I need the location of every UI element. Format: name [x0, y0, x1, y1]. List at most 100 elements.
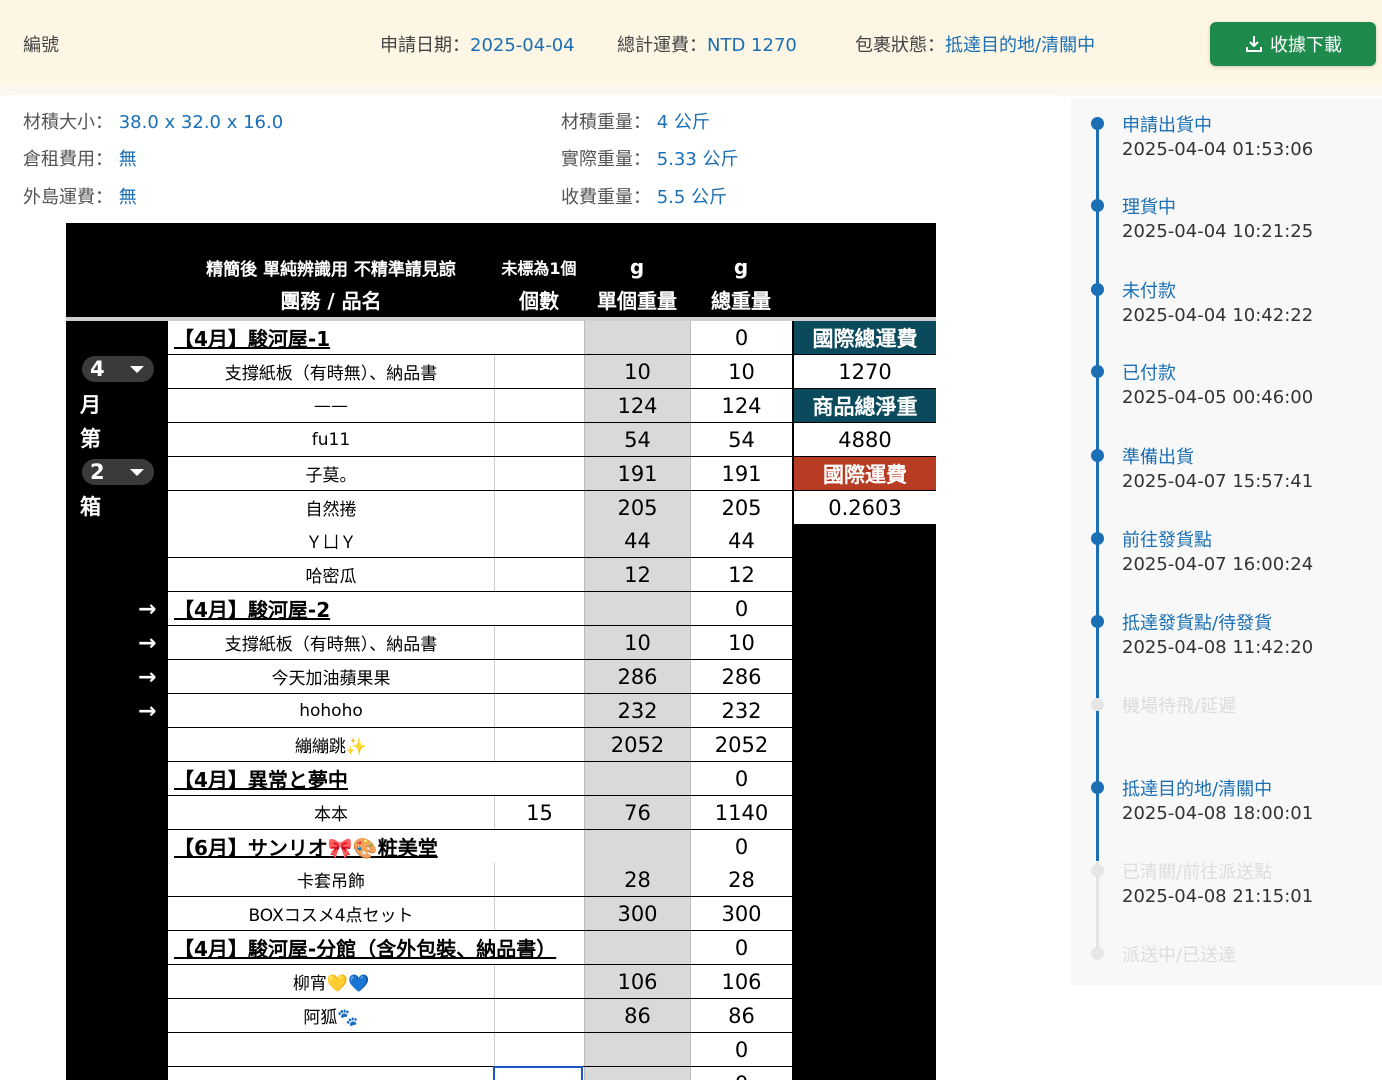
net-weight-value: 4880 [794, 423, 936, 456]
item-total-weight: 28 [690, 863, 792, 896]
item-total-weight: 0 [690, 1067, 792, 1080]
shipment-header: 編號 申請日期：2025-04-04 總計運費：NTD 1270 包裹狀態：抵達… [0, 0, 1382, 84]
item-total-weight: 286 [690, 660, 792, 693]
item-total-weight: 0 [690, 592, 792, 625]
storage-fee: 倉租費用： 無 [23, 145, 137, 171]
month-dropdown[interactable]: 4 [82, 356, 154, 382]
item-unit-weight [584, 830, 690, 863]
item-unit-weight: 286 [584, 660, 690, 693]
item-name: ＹㄩＹ [305, 533, 357, 553]
item-total-weight: 1140 [690, 796, 792, 829]
item-count [494, 965, 584, 998]
item-unit-weight [584, 1033, 690, 1066]
intl-fee-value: 0.2603 [794, 491, 936, 524]
item-total-weight: 0 [690, 830, 792, 863]
item-unit-weight [584, 1067, 690, 1080]
timeline-step-time: 2025-04-04 10:42:22 [1122, 305, 1314, 326]
timeline-dot [1091, 199, 1104, 212]
intl-total-label: 國際總運費 [794, 321, 936, 354]
item-total-weight: 0 [690, 321, 792, 354]
item-total-weight: 2052 [690, 728, 792, 761]
item-unit-weight: 44 [584, 524, 690, 557]
box-dropdown[interactable]: 2 [82, 459, 154, 485]
group-name: 【4月】駿河屋-分館（含外包裝、納品書） [174, 937, 557, 961]
item-name: 卡套吊飾 [297, 872, 365, 892]
item-unit-weight: 10 [584, 355, 690, 388]
item-name: 柳宵💛💙 [292, 974, 370, 994]
item-total-weight: 0 [690, 1033, 792, 1066]
arrow-icon: → [138, 630, 157, 656]
total-fee-value: NTD 1270 [707, 35, 797, 56]
download-icon [1246, 36, 1262, 52]
header-count: 個數 [519, 288, 559, 313]
total-fee: 總計運費：NTD 1270 [617, 31, 797, 57]
arrow-icon: → [138, 596, 157, 622]
item-count [494, 626, 584, 659]
item-unit-weight: 124 [584, 389, 690, 422]
item-total-weight: 106 [690, 965, 792, 998]
actual-weight-label: 實際重量： [561, 149, 651, 170]
download-receipt-label: 收據下載 [1270, 35, 1342, 56]
item-unit-weight: 232 [584, 694, 690, 727]
item-unit-weight: 205 [584, 491, 690, 524]
item-unit-weight [584, 762, 690, 795]
download-receipt-button[interactable]: 收據下載 [1210, 22, 1376, 66]
charge-weight: 收費重量： 5.5 公斤 [561, 183, 727, 209]
item-name: 子莫。 [305, 466, 357, 486]
item-count [494, 423, 584, 456]
timeline-step-time: 2025-04-08 18:00:01 [1122, 803, 1314, 824]
item-total-weight: 10 [690, 626, 792, 659]
volume-size-label: 材積大小： [23, 112, 113, 133]
item-name [168, 1067, 494, 1080]
item-count: 15 [494, 796, 584, 829]
item-name: 繃繃跳✨ [294, 737, 368, 757]
timeline-dot [1091, 698, 1104, 711]
timeline-step-title: 已清關/前往派送點 [1122, 862, 1273, 883]
timeline-step-title: 前往發貨點 [1122, 530, 1212, 551]
header-unmarked: 未標為1個 [501, 259, 577, 278]
id-label: 編號 [23, 31, 59, 57]
item-total-weight: 54 [690, 423, 792, 456]
timeline-dot [1091, 449, 1104, 462]
group-name: 【4月】異常と夢中 [174, 768, 348, 792]
item-name: 支撐紙板（有時無）、納品書 [224, 635, 438, 655]
item-total-weight: 0 [690, 931, 792, 964]
item-name: 今天加油蘋果果 [271, 669, 391, 689]
item-count [494, 1033, 584, 1066]
package-status: 包裹狀態：抵達目的地/清關中 [855, 31, 1095, 57]
timeline-step-time: 2025-04-04 10:21:25 [1122, 221, 1314, 242]
net-weight-label: 商品總淨重 [794, 389, 936, 422]
item-name: hohoho [299, 700, 363, 721]
package-status-label: 包裹狀態： [855, 35, 945, 56]
item-unit-weight: 10 [584, 626, 690, 659]
item-total-weight: 12 [690, 558, 792, 591]
header-total-weight: 總重量 [711, 288, 771, 313]
item-total-weight: 232 [690, 694, 792, 727]
timeline-step-title: 抵達目的地/清關中 [1122, 779, 1273, 800]
timeline-step-time: 2025-04-04 01:53:06 [1122, 139, 1314, 160]
timeline-step-title: 抵達發貨點/待發貨 [1122, 613, 1273, 634]
item-name [168, 1033, 494, 1066]
caret-down-icon [130, 469, 144, 476]
actual-weight: 實際重量： 5.33 公斤 [561, 145, 739, 171]
month-label: 月 [80, 393, 101, 417]
timeline-dot [1091, 947, 1104, 960]
id-label-text: 編號 [23, 35, 59, 56]
item-total-weight: 205 [690, 491, 792, 524]
timeline-step-title: 申請出貨中 [1122, 115, 1212, 136]
arrow-icon: → [138, 698, 157, 724]
item-unit-weight [584, 931, 690, 964]
item-total-weight: 10 [690, 355, 792, 388]
box-value: 2 [90, 460, 105, 484]
timeline-dot [1091, 365, 1104, 378]
item-count [494, 491, 584, 524]
item-count [494, 457, 584, 490]
header-total-g: g [733, 255, 749, 279]
volume-weight-label: 材積重量： [561, 112, 651, 133]
item-count [494, 999, 584, 1032]
volume-weight: 材積重量： 4 公斤 [561, 108, 710, 134]
island-fee-label: 外島運費： [23, 187, 113, 208]
item-unit-weight: 76 [584, 796, 690, 829]
total-fee-label: 總計運費： [617, 35, 707, 56]
selected-cell[interactable] [493, 1066, 583, 1080]
